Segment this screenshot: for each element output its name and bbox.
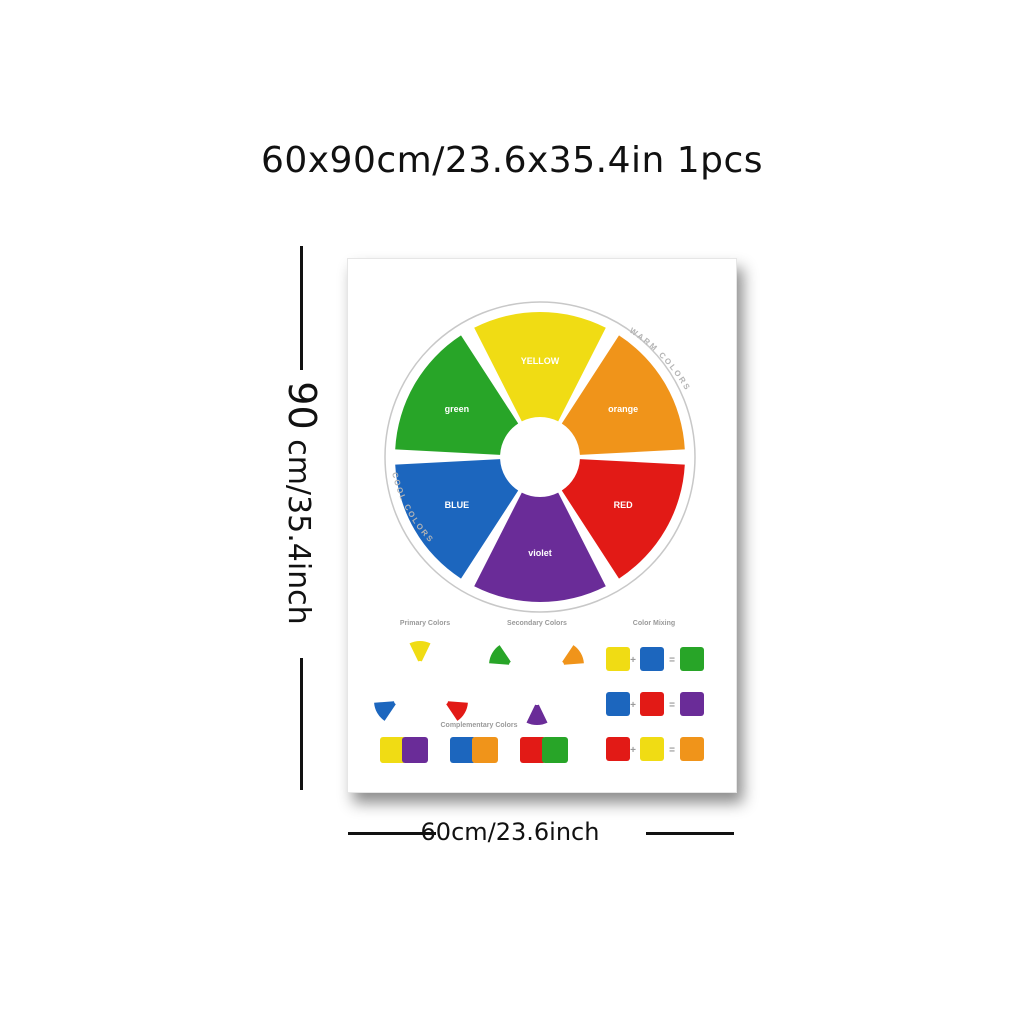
mixing-swatch bbox=[606, 692, 630, 716]
color-mixing-heading: Color Mixing bbox=[633, 620, 675, 627]
equals-sign: = bbox=[669, 655, 675, 666]
secondary-swatch-green bbox=[489, 645, 511, 665]
wheel-label-yellow: YELLOW bbox=[521, 356, 560, 366]
mixing-swatch bbox=[606, 647, 630, 671]
width-line-right bbox=[646, 832, 734, 835]
poster-artwork: YELLOWorangeREDvioletBLUEgreen WARM COLO… bbox=[374, 301, 704, 763]
wheel-label-green: green bbox=[445, 404, 470, 414]
color-wheel: YELLOW orange RED violet BLUE green bbox=[395, 312, 685, 602]
width-label: 60cm/23.6inch bbox=[420, 818, 600, 846]
plus-sign: + bbox=[630, 655, 636, 666]
secondary-colors-heading: Secondary Colors bbox=[507, 620, 567, 627]
wheel-label-red: RED bbox=[614, 500, 634, 510]
wheel-label-blue: BLUE bbox=[445, 500, 470, 510]
primary-swatch-red bbox=[446, 701, 468, 721]
equals-sign: = bbox=[669, 745, 675, 756]
complementary-colors-heading: Complementary Colors bbox=[440, 722, 517, 729]
equals-sign: = bbox=[669, 700, 675, 711]
wheel-label-orange: orange bbox=[608, 404, 638, 414]
product-title: 60x90cm/23.6x35.4in 1pcs bbox=[260, 140, 764, 181]
mixing-swatch bbox=[606, 737, 630, 761]
height-label: 90 cm/35.4inch bbox=[280, 381, 324, 624]
plus-sign: + bbox=[630, 745, 636, 756]
primary-swatch-blue bbox=[374, 701, 396, 721]
primary-swatch-yellow bbox=[409, 640, 431, 662]
complementary-swatch bbox=[472, 737, 498, 763]
swatch-area: + = + = + = bbox=[374, 640, 704, 763]
height-unit: cm/35.4inch bbox=[281, 439, 316, 625]
complementary-swatch bbox=[542, 737, 568, 763]
plus-sign: + bbox=[630, 700, 636, 711]
primary-colors-heading: Primary Colors bbox=[400, 620, 450, 627]
color-wheel-poster: YELLOW orange RED violet BLUE green WARM COLO… bbox=[347, 258, 737, 793]
height-line-top bbox=[300, 246, 303, 370]
mixing-swatch bbox=[680, 647, 704, 671]
mixing-swatch bbox=[640, 647, 664, 671]
mixing-swatch bbox=[680, 692, 704, 716]
mixing-swatch bbox=[640, 692, 664, 716]
height-line-bottom bbox=[300, 658, 303, 790]
mixing-swatch bbox=[640, 737, 664, 761]
complementary-swatch bbox=[402, 737, 428, 763]
secondary-swatch-violet bbox=[526, 704, 548, 726]
wheel-label-violet: violet bbox=[528, 548, 552, 558]
mixing-swatch bbox=[680, 737, 704, 761]
secondary-swatch-orange bbox=[562, 645, 584, 665]
height-number: 90 bbox=[280, 381, 324, 430]
